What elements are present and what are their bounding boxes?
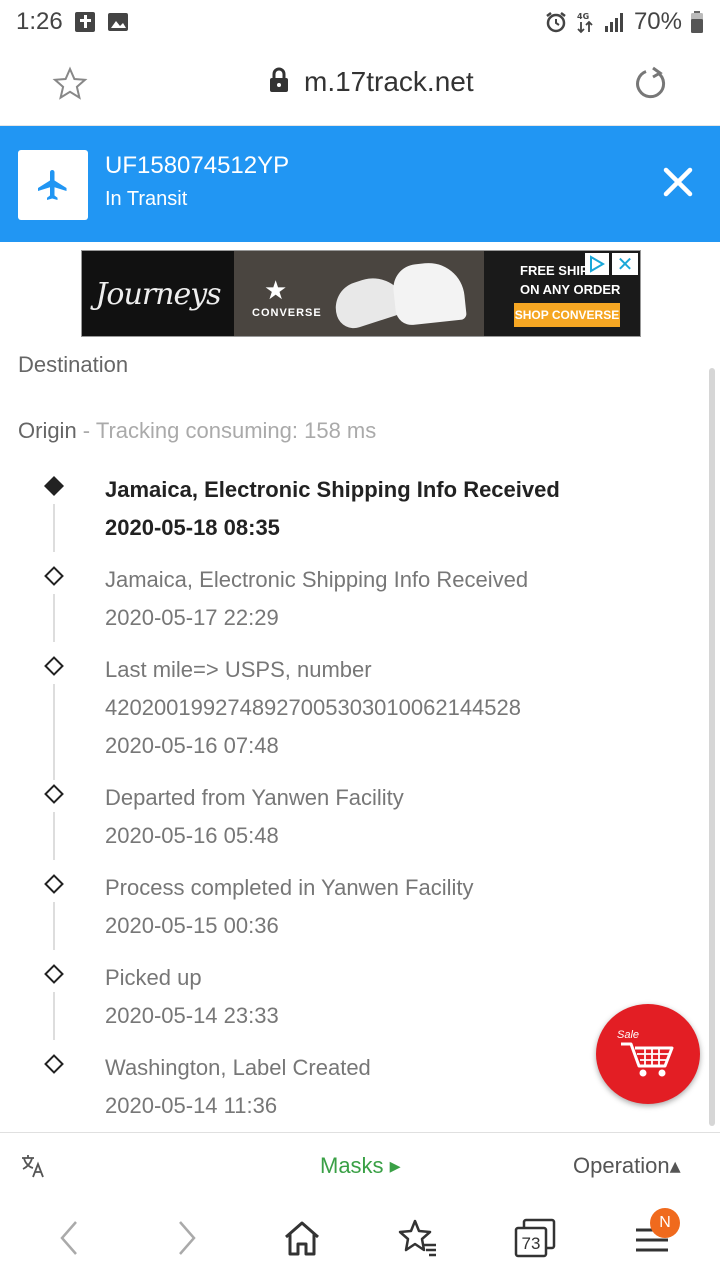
ad-close-icon[interactable]: ✕ — [612, 253, 638, 276]
alarm-icon — [544, 10, 568, 34]
event-time: 2020-05-16 07:48 — [105, 733, 279, 758]
page-toolbar: Masks ▸ Operation▴ — [0, 1132, 720, 1198]
timeline-dot — [44, 1054, 64, 1074]
airplane-icon — [18, 150, 88, 220]
image-icon — [107, 11, 129, 33]
back-icon[interactable] — [50, 1218, 90, 1258]
origin-row: Origin - Tracking consuming: 158 ms — [18, 418, 376, 444]
tracking-status: In Transit — [105, 188, 188, 210]
forward-icon[interactable] — [166, 1218, 206, 1258]
tabs-icon[interactable]: 73 — [514, 1218, 556, 1258]
destination-label: Destination — [18, 352, 129, 377]
timeline-dot — [44, 656, 64, 676]
ad-banner[interactable]: Journeys ★ CONVERSE FREE SHIPP ON ANY OR… — [81, 250, 641, 337]
signal-icon — [604, 11, 626, 33]
battery-percent: 70% — [633, 8, 682, 35]
ad-brand-logo: Journeys — [82, 251, 234, 336]
status-bar: 1:26 4G 70% — [0, 0, 720, 44]
ad-product-image: ★ CONVERSE — [234, 251, 484, 336]
timeline-connector — [53, 684, 55, 780]
home-icon[interactable] — [282, 1218, 322, 1258]
ad-line2: ON ANY ORDER — [520, 282, 621, 297]
reload-icon[interactable] — [632, 66, 668, 102]
timeline-dot — [44, 566, 64, 586]
event-description: Process completed in Yanwen Facility — [105, 875, 474, 900]
url-bar: m.17track.net — [0, 44, 720, 126]
bookmarks-icon[interactable] — [398, 1218, 438, 1258]
timeline-connector — [53, 504, 55, 552]
event-time: 2020-05-14 11:36 — [105, 1093, 278, 1118]
origin-label: Origin — [18, 418, 77, 443]
event-detail: 420200199274892700530301006214452​8 — [105, 695, 522, 720]
shopping-cart-icon: Sale — [617, 1029, 674, 1077]
translate-icon[interactable] — [20, 1153, 46, 1179]
tracking-header: UF158074512YP In Transit — [0, 126, 720, 242]
sale-cart-button[interactable]: Sale — [596, 1004, 700, 1104]
event-time: 2020-05-14 23:33 — [105, 1003, 279, 1028]
url-text: m.17track.net — [304, 66, 474, 97]
timeline-dot — [44, 964, 64, 984]
event-description: Washington, Label Created — [105, 1055, 371, 1080]
timeline-dot-filled — [44, 476, 64, 496]
adchoices-icon[interactable] — [585, 253, 609, 275]
converse-star-icon: ★ — [264, 275, 288, 305]
event-description: Jamaica, Electronic Shipping Info Receiv… — [105, 567, 529, 592]
event-time: 2020-05-17 22:29 — [105, 605, 279, 630]
operation-menu[interactable]: Operation▴ — [573, 1153, 681, 1179]
timeline-connector — [53, 812, 55, 860]
bookmark-star-icon[interactable] — [52, 66, 88, 102]
close-icon[interactable] — [658, 162, 698, 202]
event-description: Departed from Yanwen Facility — [105, 785, 404, 810]
shoe-image — [391, 259, 467, 327]
scrollbar[interactable] — [709, 368, 715, 1126]
menu-notification-badge: N — [650, 1208, 680, 1238]
timeline-connector — [53, 594, 55, 642]
tabs-count: 73 — [522, 1234, 541, 1253]
timeline-dot — [44, 784, 64, 804]
event-description: Last mile=> USPS, number — [105, 657, 372, 682]
event-description: Jamaica, Electronic Shipping Info Receiv… — [105, 477, 560, 502]
address-field[interactable]: m.17track.net — [268, 66, 474, 98]
tracking-time-note: - Tracking consuming: 158 ms — [76, 418, 377, 443]
event-time: 2020-05-15 00:36 — [105, 913, 279, 938]
event-time: 2020-05-18 08:35 — [105, 515, 280, 540]
svg-text:4G: 4G — [577, 12, 589, 21]
tracking-number: UF158074512YP — [105, 152, 290, 179]
lock-icon — [268, 67, 290, 98]
4g-lte-icon: 4G — [576, 10, 596, 34]
battery-icon — [690, 10, 704, 34]
event-time: 2020-05-16 05:48 — [105, 823, 279, 848]
sale-label: Sale — [617, 1029, 639, 1041]
timeline-dot — [44, 874, 64, 894]
timeline-connector — [53, 992, 55, 1040]
status-time: 1:26 — [16, 8, 63, 35]
event-description: Picked up — [105, 965, 202, 990]
bible-app-icon — [73, 10, 97, 34]
masks-link[interactable]: Masks ▸ — [320, 1153, 401, 1179]
ad-partner: CONVERSE — [252, 307, 322, 319]
timeline-connector — [53, 902, 55, 950]
ad-cta-button[interactable]: SHOP CONVERSE — [514, 303, 620, 327]
browser-nav-bar: 73 — [0, 1198, 720, 1280]
